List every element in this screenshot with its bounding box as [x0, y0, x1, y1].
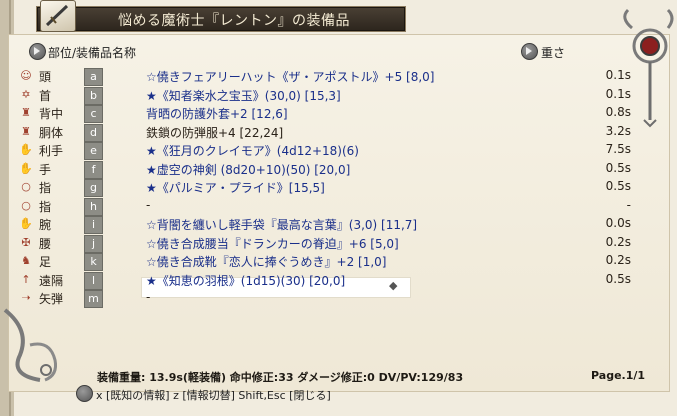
slot-key[interactable]: d: [84, 123, 103, 142]
item-weight: 0.2s: [605, 253, 631, 267]
slot-key[interactable]: g: [84, 179, 103, 197]
item-name[interactable]: ★《狂月のクレイモア》(4d12+18)(6): [146, 142, 359, 159]
item-name[interactable]: 背晒の防護外套+2 [12,6]: [146, 105, 288, 122]
slot-label: 背中: [39, 107, 64, 121]
slot-icon: ✠: [21, 235, 31, 249]
slot-label: 頭: [39, 70, 52, 84]
slot-icon: ➝: [21, 291, 31, 304]
sort-by-name-button[interactable]: [29, 43, 46, 60]
slot-key[interactable]: i: [84, 216, 103, 234]
item-weight: -: [626, 197, 631, 212]
column-header-weight: 重さ: [541, 46, 566, 60]
equipment-row[interactable]: ✋ 腕 i ☆背闇を纏いし軽手袋『最高な言葉』(3,0) [11,7] 0.0s: [0, 215, 677, 234]
item-name[interactable]: ☆僥き合成靴『恋人に捧ぐうめき』+2 [1,0]: [146, 253, 386, 270]
equipment-stats: 装備重量: 13.9s(軽装備) 命中修正:33 ダメージ修正:0 DV/PV:…: [97, 371, 464, 384]
item-name[interactable]: ★《パルミア・プライド》[15,5]: [146, 179, 325, 196]
key-help: x [既知の情報] z [情報切替] Shift,Esc [閉じる]: [96, 389, 331, 402]
item-weight: 0.2s: [605, 234, 631, 249]
equipment-row[interactable]: ☺ 頭 a ☆僥きフェアリーハット《ザ・アポストル》+5 [8,0] 0.1s: [0, 67, 677, 86]
slot-icon: ○: [21, 198, 31, 212]
slot-key[interactable]: c: [84, 105, 103, 123]
equipment-row[interactable]: ↑ 遠隔 l ★《知恵の羽根》(1d15)(30) [20,0] 0.5s: [0, 271, 677, 290]
item-weight: 7.5s: [605, 142, 631, 156]
item-name[interactable]: ★《知恵の羽根》(1d15)(30) [20,0]: [146, 272, 345, 289]
item-name[interactable]: ☆僥き合成腰当『ドランカーの脊迫』+6 [5,0]: [146, 235, 399, 252]
item-weight: 0.0s: [605, 216, 631, 230]
slot-key[interactable]: h: [84, 197, 103, 216]
slot-key[interactable]: a: [84, 68, 103, 86]
item-weight: 0.1s: [605, 68, 631, 82]
slot-icon: ☺: [20, 69, 32, 82]
item-weight: 0.5s: [605, 160, 631, 175]
equipment-row[interactable]: ✋ 利手 e ★《狂月のクレイモア》(4d12+18)(6) 7.5s: [0, 141, 677, 160]
item-weight: 0.5s: [605, 271, 631, 286]
slot-label: 遠隔: [39, 273, 64, 288]
slot-icon: ✋: [19, 217, 33, 230]
slot-label: 指: [39, 199, 52, 214]
item-name[interactable]: ☆背闇を纏いし軽手袋『最高な言葉』(3,0) [11,7]: [146, 216, 417, 233]
equipment-row[interactable]: ○ 指 g ★《パルミア・プライド》[15,5] 0.5s: [0, 178, 677, 197]
slot-key[interactable]: m: [84, 290, 103, 308]
equipment-row[interactable]: ○ 指 h - -: [0, 197, 677, 216]
page-indicator: Page.1/1: [591, 369, 646, 382]
slot-key[interactable]: b: [84, 86, 103, 105]
equipment-row[interactable]: ➝ 矢弾 m -: [0, 289, 677, 308]
equipment-row[interactable]: ✠ 腰 j ☆僥き合成腰当『ドランカーの脊迫』+6 [5,0] 0.2s: [0, 234, 677, 253]
sort-by-weight-button[interactable]: [521, 43, 538, 60]
item-name[interactable]: -: [146, 290, 150, 304]
slot-icon: ○: [21, 180, 31, 193]
slot-icon: ✋: [19, 161, 33, 175]
slot-icon: ♜: [21, 124, 31, 138]
slot-key[interactable]: l: [84, 271, 103, 290]
slot-icon: ✋: [19, 143, 33, 156]
slot-label: 腰: [39, 236, 52, 251]
column-header-slot: 部位/装備品名称: [48, 46, 137, 60]
item-name[interactable]: ★虚空の神剣 (8d20+10)(50) [20,0]: [146, 161, 350, 178]
item-name[interactable]: 鉄鎖の防弾服+4 [22,24]: [146, 124, 283, 141]
slot-key[interactable]: f: [84, 160, 103, 179]
item-name[interactable]: ☆僥きフェアリーハット《ザ・アポストル》+5 [8,0]: [146, 68, 434, 85]
item-name[interactable]: -: [146, 198, 150, 212]
equipment-row[interactable]: ♞ 足 k ☆僥き合成靴『恋人に捧ぐうめき』+2 [1,0] 0.2s: [0, 252, 677, 271]
slot-label: 腕: [39, 218, 52, 232]
equipment-row[interactable]: ✡ 首 b ★《知者楽水之宝玉》(30,0) [15,3] 0.1s: [0, 86, 677, 105]
item-weight: 0.5s: [605, 179, 631, 193]
slot-icon: ↑: [21, 272, 31, 286]
window-title: 悩める魔術士『レントン』の装備品: [118, 13, 350, 29]
equipment-row[interactable]: ♜ 胴体 d 鉄鎖の防弾服+4 [22,24] 3.2s: [0, 123, 677, 142]
slot-label: 指: [39, 181, 52, 195]
slot-label: 手: [39, 162, 52, 177]
item-weight: 3.2s: [605, 123, 631, 138]
slot-label: 矢弾: [39, 292, 64, 306]
slot-icon: ✡: [21, 87, 31, 101]
slot-label: 利手: [39, 144, 64, 158]
slot-key[interactable]: j: [84, 234, 103, 253]
slot-label: 首: [39, 88, 52, 103]
sword-icon: [40, 0, 76, 32]
slot-icon: ♞: [21, 254, 31, 267]
equipment-row[interactable]: ✋ 手 f ★虚空の神剣 (8d20+10)(50) [20,0] 0.5s: [0, 160, 677, 179]
help-icon: [76, 385, 93, 402]
corner-ornament-icon: [3, 308, 57, 382]
slot-key[interactable]: k: [84, 253, 103, 271]
item-weight: 0.1s: [605, 86, 631, 101]
slot-label: 足: [39, 255, 52, 269]
slot-key[interactable]: e: [84, 142, 103, 160]
slot-label: 胴体: [39, 125, 64, 140]
item-weight: 0.8s: [605, 105, 631, 119]
item-name[interactable]: ★《知者楽水之宝玉》(30,0) [15,3]: [146, 87, 341, 104]
equipment-row[interactable]: ♜ 背中 c 背晒の防護外套+2 [12,6] 0.8s: [0, 104, 677, 123]
slot-icon: ♜: [21, 106, 31, 119]
